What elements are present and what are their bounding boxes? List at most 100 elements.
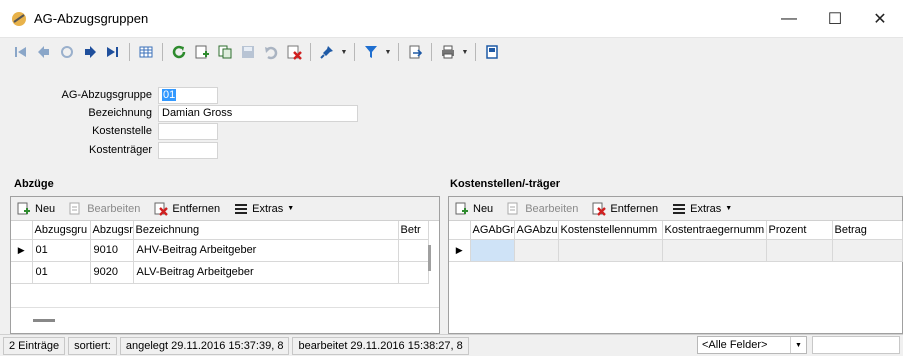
new-record-icon[interactable]	[191, 41, 213, 63]
bezeichnung-field[interactable]: Damian Gross	[158, 105, 358, 122]
toolbar-separator	[354, 43, 355, 61]
filter-icon[interactable]	[360, 41, 382, 63]
kosten-remove-label: Entfernen	[610, 202, 659, 215]
new-icon	[17, 202, 30, 214]
toolbar-separator	[398, 43, 399, 61]
menu-icon	[235, 203, 248, 214]
row-indicator	[11, 261, 33, 284]
edit-icon	[69, 202, 80, 214]
kosten-edit-button[interactable]: Bearbeiten	[507, 202, 578, 216]
next-record-icon[interactable]	[79, 41, 101, 63]
kosten-panel: Neu Bearbeiten Entfernen Extras ▼ AGAbGr…	[448, 196, 903, 334]
gruppe-value: 01	[162, 89, 177, 101]
abzuege-edit-label: Bearbeiten	[87, 202, 141, 215]
table-row[interactable]: ▶	[449, 239, 903, 262]
table-cell[interactable]: 9020	[90, 261, 134, 284]
table-cell[interactable]: 01	[32, 261, 91, 284]
abzuege-new-button[interactable]: Neu	[17, 202, 55, 216]
abzuege-new-label: Neu	[35, 202, 56, 215]
kosten-extras-label: Extras	[690, 202, 722, 215]
table-row[interactable]: ▶ 01 9010 AHV-Beitrag Arbeitgeber	[11, 239, 429, 262]
app-icon	[12, 12, 26, 26]
title-bar: AG-Abzugsgruppen — ☐ ✕	[0, 0, 903, 38]
minimize-button[interactable]: —	[766, 0, 812, 38]
abzuege-extras-button[interactable]: Extras ▼	[234, 202, 294, 216]
table-cell[interactable]	[832, 239, 903, 262]
table-cell[interactable]	[766, 239, 833, 262]
table-header-row: AGAbGr AGAbzu Kostenstellennumm Kostentr…	[449, 221, 903, 240]
kosten-new-button[interactable]: Neu	[455, 202, 493, 216]
table-row[interactable]: 01 9020 ALV-Beitrag Arbeitgeber	[11, 261, 429, 284]
edit-icon	[507, 202, 518, 214]
menu-icon	[673, 203, 686, 214]
prev-disabled-icon[interactable]	[56, 41, 78, 63]
column-header[interactable]: Prozent	[766, 221, 833, 240]
column-header[interactable]: Abzugsgru	[32, 221, 91, 240]
abzuege-title: Abzüge	[14, 178, 54, 190]
table-cell[interactable]	[558, 239, 663, 262]
field-filter-select[interactable]: <Alle Felder> ▼	[697, 336, 807, 354]
kosten-title: Kostenstellen/-träger	[450, 178, 561, 190]
chevron-down-icon[interactable]: ▼	[790, 337, 806, 353]
column-header[interactable]: Betrag	[832, 221, 903, 240]
table-cell[interactable]: 01	[32, 239, 91, 262]
status-sorted: sortiert:	[68, 336, 117, 355]
filter-dropdown-icon[interactable]: ▼	[383, 41, 393, 63]
undo-icon[interactable]	[260, 41, 282, 63]
kosten-extras-button[interactable]: Extras ▼	[672, 202, 732, 216]
maximize-button[interactable]: ☐	[812, 0, 858, 38]
divider	[11, 307, 439, 308]
status-created: angelegt 29.11.2016 15:37:39, 8	[119, 336, 290, 355]
abzuege-edit-button[interactable]: Bearbeiten	[69, 202, 140, 216]
table-cell[interactable]: 9010	[90, 239, 134, 262]
abzuege-toolbar: Neu Bearbeiten Entfernen Extras ▼	[11, 197, 439, 221]
table-cell[interactable]	[398, 239, 429, 262]
print-dropdown-icon[interactable]: ▼	[460, 41, 470, 63]
export-icon[interactable]	[404, 41, 426, 63]
pin-icon[interactable]	[316, 41, 338, 63]
table-header-row: Abzugsgru Abzugsr Bezeichnung Betr	[11, 221, 429, 240]
first-record-icon[interactable]	[10, 41, 32, 63]
kostentraeger-label: Kostenträger	[89, 144, 152, 156]
close-button[interactable]: ✕	[857, 0, 903, 38]
toolbar-separator	[310, 43, 311, 61]
view-icon[interactable]	[481, 41, 503, 63]
horizontal-scrollbar[interactable]	[33, 319, 55, 322]
table-cell[interactable]: AHV-Beitrag Arbeitgeber	[133, 239, 399, 262]
print-icon[interactable]	[437, 41, 459, 63]
column-header[interactable]: Betr	[398, 221, 429, 240]
abzuege-panel: Neu Bearbeiten Entfernen Extras ▼ Abzugs…	[10, 196, 440, 334]
column-header[interactable]: AGAbzu	[514, 221, 559, 240]
row-indicator-header	[11, 221, 33, 240]
pin-dropdown-icon[interactable]: ▼	[339, 41, 349, 63]
table-cell[interactable]	[470, 239, 515, 262]
abzuege-extras-label: Extras	[252, 202, 284, 215]
refresh-icon[interactable]	[168, 41, 190, 63]
current-row-indicator-icon: ▶	[11, 239, 33, 262]
prev-record-icon[interactable]	[33, 41, 55, 63]
remove-icon	[154, 202, 169, 216]
column-header[interactable]: Kostentraegernumm	[662, 221, 767, 240]
table-cell[interactable]	[398, 261, 429, 284]
column-header[interactable]: Bezeichnung	[133, 221, 399, 240]
abzuege-table: Abzugsgru Abzugsr Bezeichnung Betr ▶ 01 …	[11, 221, 429, 284]
kosten-remove-button[interactable]: Entfernen	[592, 202, 658, 216]
vertical-scrollbar[interactable]	[428, 245, 431, 271]
column-header[interactable]: AGAbGr	[470, 221, 515, 240]
table-cell[interactable]	[662, 239, 767, 262]
last-record-icon[interactable]	[102, 41, 124, 63]
column-header[interactable]: Kostenstellennumm	[558, 221, 663, 240]
kostenstelle-field[interactable]	[158, 123, 218, 140]
save-icon[interactable]	[237, 41, 259, 63]
column-header[interactable]: Abzugsr	[90, 221, 134, 240]
copy-record-icon[interactable]	[214, 41, 236, 63]
gruppe-field[interactable]: 01	[158, 87, 218, 104]
table-cell[interactable]: ALV-Beitrag Arbeitgeber	[133, 261, 399, 284]
abzuege-remove-button[interactable]: Entfernen	[154, 202, 220, 216]
kostentraeger-field[interactable]	[158, 142, 218, 159]
delete-icon[interactable]	[283, 41, 305, 63]
search-input[interactable]	[812, 336, 900, 354]
kostenstelle-label: Kostenstelle	[92, 125, 152, 137]
table-cell[interactable]	[514, 239, 559, 262]
table-view-icon[interactable]	[135, 41, 157, 63]
